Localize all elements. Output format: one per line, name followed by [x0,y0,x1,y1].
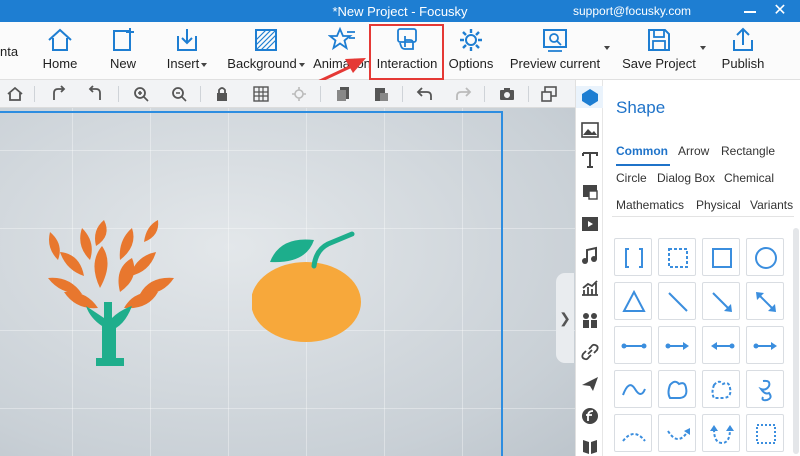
arrow-dot-line-icon [711,342,735,350]
book-icon[interactable] [580,436,600,456]
panel-title: Shape [616,98,666,117]
grid-icon[interactable] [252,85,270,103]
circle-icon [755,247,777,269]
dot-line-icon [621,343,647,349]
divider [528,86,529,102]
divider [402,86,403,102]
shape-u-arrow[interactable] [702,414,740,452]
category-mathematics[interactable]: Mathematics [616,198,684,212]
divider [34,86,35,102]
triangle-icon [622,289,646,312]
home-icon[interactable] [6,85,24,103]
camera-icon[interactable] [498,85,516,103]
category-chemical[interactable]: Chemical [724,171,774,185]
brackets-icon [625,248,643,268]
divider [200,86,201,102]
dashed-blob-icon [711,380,732,399]
divider [484,86,485,102]
shape-blob[interactable] [658,370,696,408]
category-arrow[interactable]: Arrow [678,144,709,158]
plane-icon[interactable] [580,374,600,394]
shape-icon [582,89,598,106]
dashed-rect-icon [668,248,688,268]
category-circle[interactable]: Circle [616,171,647,185]
shape-arc-arrow[interactable] [658,414,696,452]
focusky-app: *New Project - Focusky support@focusky.c… [0,0,800,456]
canvas-toolbar [0,80,575,108]
zoom-out-icon[interactable] [170,85,188,103]
lock-icon[interactable] [213,85,231,103]
window-icon[interactable] [540,85,558,103]
shape-dashed-blob[interactable] [702,370,740,408]
shape-arrow-dot-line[interactable] [702,326,740,364]
category-common[interactable]: Common [616,144,668,158]
dot-arrow-line-icon [665,342,689,350]
panel-divider [612,216,794,217]
arc-dashed-icon [622,433,646,442]
u-arrow-icon [710,425,734,445]
category-variants[interactable]: Variants [750,198,793,212]
shape-circle[interactable] [746,238,784,276]
image-icon[interactable] [580,120,600,140]
rotate-right-icon[interactable] [50,85,68,103]
panel-scrollbar[interactable] [793,228,799,454]
shape-brackets[interactable] [614,238,652,276]
zoom-in-icon[interactable] [132,85,150,103]
shape-dashed-rect[interactable] [658,238,696,276]
arrow-arrow-line-icon [753,342,777,350]
shape-arrow-line[interactable] [702,282,740,320]
divider [320,86,321,102]
shape-dot-arrow-line[interactable] [658,326,696,364]
tab-shape[interactable] [576,86,604,108]
shape-rect[interactable] [702,238,740,276]
sidebar-tabs [575,80,604,456]
active-category-underline [616,164,670,166]
people-icon[interactable] [580,310,600,330]
collapse-panel-button[interactable]: ❯ [556,273,574,363]
video-icon[interactable] [580,214,600,234]
paste-icon[interactable] [372,85,390,103]
chevron-right-icon: ❯ [559,310,571,326]
music-icon[interactable] [580,246,600,266]
category-dialog-box[interactable]: Dialog Box [657,171,715,185]
copy-icon[interactable] [334,85,352,103]
shape-triangle[interactable] [614,282,652,320]
redo-icon[interactable] [454,85,472,103]
chart-icon[interactable] [580,278,600,298]
spiral-icon [758,379,772,402]
divider [118,86,119,102]
orange-fruit-graphic[interactable] [252,222,362,342]
shape-dashed-square[interactable] [746,414,784,452]
shape-spiral[interactable] [746,370,784,408]
shape-line[interactable] [658,282,696,320]
double-arrow-line-icon [756,292,776,312]
tree-graphic[interactable] [40,218,180,368]
flag-icon[interactable] [580,182,600,202]
curve-icon [622,384,646,396]
text-icon[interactable] [580,150,600,170]
shape-dot-line[interactable] [614,326,652,364]
category-physical[interactable]: Physical [696,198,741,212]
blob-icon [667,380,688,399]
flash-icon[interactable] [580,406,600,426]
shape-curve[interactable] [614,370,652,408]
link-icon[interactable] [580,342,600,362]
arrow-line-icon [712,292,732,312]
rect-icon [712,248,732,268]
rotate-left-icon[interactable] [86,85,104,103]
shape-arrow-arrow-line[interactable] [746,326,784,364]
editing-canvas[interactable]: ❯ [0,108,575,456]
dashed-square-icon [756,424,776,444]
line-icon [668,292,688,312]
category-rectangle[interactable]: Rectangle [721,144,775,158]
shape-arc-dashed[interactable] [614,414,652,452]
undo-icon[interactable] [416,85,434,103]
arc-arrow-icon [667,428,690,440]
shape-double-arrow-line[interactable] [746,282,784,320]
settings-icon[interactable] [290,85,308,103]
